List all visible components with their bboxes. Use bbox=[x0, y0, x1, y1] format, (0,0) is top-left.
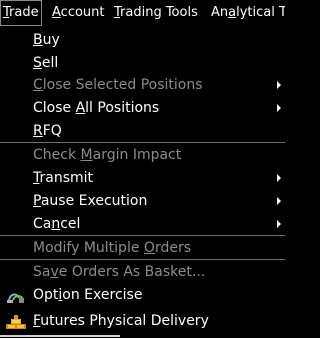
menu-separator bbox=[0, 142, 285, 143]
menu-separator bbox=[0, 259, 285, 260]
menu-item-futures-physical-delivery[interactable]: Futures Physical Delivery bbox=[0, 310, 285, 333]
menu-item-label: Option Exercise bbox=[33, 287, 143, 303]
menu-item-modify-multiple-orders: Modify Multiple Orders bbox=[0, 237, 285, 260]
futures-delivery-icon bbox=[6, 315, 26, 329]
menu-item-save-orders-as-basket: Save Orders As Basket... bbox=[0, 261, 285, 284]
chevron-right-icon bbox=[277, 197, 281, 205]
menu-item-label: Sell bbox=[33, 55, 59, 71]
trade-dropdown-menu: Buy Sell Close Selected Positions Close … bbox=[0, 26, 285, 338]
menu-account[interactable]: Account bbox=[52, 0, 105, 26]
chevron-right-icon bbox=[277, 174, 281, 182]
menu-item-sell[interactable]: Sell bbox=[0, 52, 285, 75]
menu-item-rfq[interactable]: RFQ bbox=[0, 120, 285, 143]
menu-item-label: Save Orders As Basket... bbox=[33, 264, 206, 280]
chevron-right-icon bbox=[277, 104, 281, 112]
menu-item-label: Transmit bbox=[33, 170, 94, 186]
menu-item-label: Check Margin Impact bbox=[33, 147, 182, 163]
menu-item-buy[interactable]: Buy bbox=[0, 29, 285, 52]
menu-item-label: Close Selected Positions bbox=[33, 77, 203, 93]
menu-item-pause-execution[interactable]: Pause Execution bbox=[0, 190, 285, 213]
menu-item-label: Futures Physical Delivery bbox=[33, 313, 209, 329]
option-exercise-icon bbox=[7, 293, 24, 303]
menu-item-transmit[interactable]: Transmit bbox=[0, 167, 285, 190]
chevron-right-icon bbox=[277, 220, 281, 228]
menu-item-option-exercise[interactable]: Option Exercise bbox=[0, 284, 285, 307]
menu-item-close-all-positions[interactable]: Close All Positions bbox=[0, 97, 285, 120]
menu-analytical-tools[interactable]: Analytical To bbox=[211, 0, 285, 26]
menu-item-check-margin-impact: Check Margin Impact bbox=[0, 144, 285, 167]
menu-bottom-edge bbox=[0, 335, 120, 337]
menu-item-label: Cancel bbox=[33, 216, 81, 232]
menu-item-cancel[interactable]: Cancel bbox=[0, 213, 285, 236]
menu-item-label: Close All Positions bbox=[33, 100, 160, 116]
menu-bar: Trade Account Trading Tools Analytical T… bbox=[0, 0, 285, 26]
menu-item-label: Pause Execution bbox=[33, 193, 148, 209]
menu-item-label: Modify Multiple Orders bbox=[33, 240, 191, 256]
menu-item-label: RFQ bbox=[33, 123, 62, 139]
menu-item-label: Buy bbox=[33, 32, 60, 48]
menu-trade[interactable]: Trade bbox=[0, 0, 42, 26]
menu-trading-tools[interactable]: Trading Tools bbox=[114, 0, 198, 26]
chevron-right-icon bbox=[277, 81, 281, 89]
menu-item-close-selected-positions: Close Selected Positions bbox=[0, 74, 285, 97]
trading-window: Trade Account Trading Tools Analytical T… bbox=[0, 0, 285, 338]
menu-separator bbox=[0, 235, 285, 236]
